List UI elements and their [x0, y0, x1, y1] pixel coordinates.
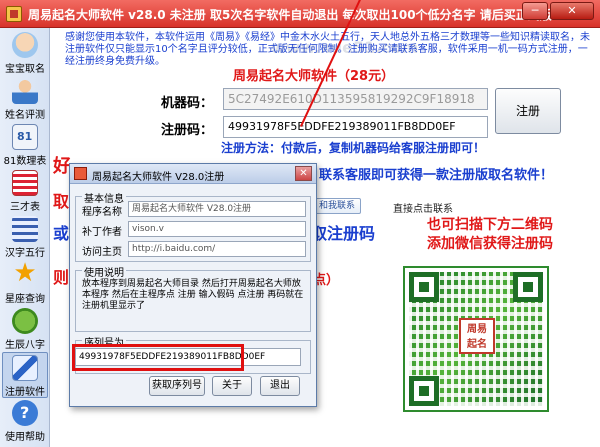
dialog-title-bar[interactable]: 周易起名大师软件 V28.0注册 ✕ — [70, 164, 316, 184]
window-title: 周易起名大师软件 v28.0 未注册 取5次名字软件自动退出 每次取出100个低… — [28, 8, 552, 22]
numbers-book-icon — [12, 124, 38, 150]
sidebar-item-label: 81数理表 — [3, 156, 47, 167]
price-label: 周易起名大师软件（28元） — [233, 69, 395, 84]
reg-code-label: 注册码： — [161, 123, 214, 138]
sidebar-item-constellation[interactable]: 星座查询 — [2, 260, 48, 306]
qr-logo: 周易 起名 — [459, 318, 495, 354]
qr-finder — [409, 272, 439, 302]
register-pen-icon — [12, 355, 38, 381]
sidebar-item-label: 姓名评测 — [5, 110, 45, 121]
minimize-button[interactable]: ─ — [522, 2, 548, 20]
sidebar-item-register[interactable]: 注册软件 — [2, 352, 48, 398]
patch-author-field[interactable]: vison.v — [128, 221, 306, 237]
service-text: 联系客服即可获得一款注册版取名软件！ — [319, 168, 554, 183]
sidebar-item-label: 生辰八字 — [5, 340, 45, 351]
help-icon — [12, 400, 38, 426]
close-button[interactable]: ✕ — [550, 2, 594, 20]
patch-author-label: 补丁作者 — [82, 227, 122, 238]
dialog-app-icon — [74, 167, 87, 180]
sidebar-item-label: 注册软件 — [5, 387, 45, 398]
sidebar: 宝宝取名 姓名评测 81数理表 三才表 汉字五行 星座查询 生辰八字 注册软件 … — [0, 28, 50, 447]
qr-finder — [513, 272, 543, 302]
register-method-text: 注册方法：付款后，复制机器码给客服注册即可！ — [221, 141, 486, 155]
scan-hint-line1: 也可扫描下方二维码 — [427, 217, 553, 233]
machine-code-field[interactable]: 5C27492E610D113595819292C9F18918 — [223, 88, 488, 110]
lines-icon — [12, 216, 38, 242]
dialog-title: 周易起名大师软件 V28.0注册 — [92, 172, 225, 183]
usage-group: 使用说明 放本程序到周易起名大师目录 然后打开周易起名大师放本程序 然后在主程序… — [75, 264, 311, 332]
sidebar-item-eight-characters[interactable]: 生辰八字 — [2, 306, 48, 352]
basic-info-group: 基本信息 程序名称 周易起名大师软件 V28.0注册 补丁作者 vison.v … — [75, 190, 311, 262]
partial-text-c: 或 — [53, 224, 70, 243]
app-icon — [6, 6, 22, 22]
star-icon — [12, 260, 38, 288]
sidebar-item-help[interactable]: 使用帮助 — [2, 398, 48, 444]
about-button[interactable]: 关于 — [212, 376, 252, 396]
person-icon — [12, 78, 38, 104]
homepage-field[interactable]: http://i.baidu.com/ — [128, 241, 306, 257]
sidebar-item-baby-naming[interactable]: 宝宝取名 — [2, 30, 48, 76]
sidebar-item-label: 使用帮助 — [5, 432, 45, 443]
sidebar-item-label: 星座查询 — [5, 294, 45, 305]
dialog-close-button[interactable]: ✕ — [295, 166, 312, 181]
keygen-dialog: 周易起名大师软件 V28.0注册 ✕ 基本信息 程序名称 周易起名大师软件 V2… — [69, 163, 317, 407]
usage-text: 放本程序到周易起名大师目录 然后打开周易起名大师放本程序 然后在主程序点 注册 … — [82, 279, 304, 311]
scan-hint-line2: 添加微信获得注册码 — [427, 236, 553, 252]
sidebar-item-label: 宝宝取名 — [5, 64, 45, 75]
wechat-qr-code: 周易 起名 — [403, 266, 549, 412]
get-serial-button[interactable]: 获取序列号 — [149, 376, 205, 396]
sidebar-item-label: 三才表 — [10, 202, 40, 213]
partial-text-d: 则 — [53, 268, 70, 287]
partial-text-b: 取 — [53, 192, 70, 211]
contact-hint: 直接点击联系 — [393, 204, 453, 215]
program-name-label: 程序名称 — [82, 207, 122, 218]
exit-button[interactable]: 退出 — [260, 376, 300, 396]
sidebar-item-three-talents[interactable]: 三才表 — [2, 168, 48, 214]
sidebar-item-name-evaluation[interactable]: 姓名评测 — [2, 76, 48, 122]
sidebar-item-81-numbers[interactable]: 81数理表 — [2, 122, 48, 168]
reg-code-field[interactable]: 49931978F5EDDFE219389011FB8DD0EF — [223, 116, 488, 138]
program-name-field[interactable]: 周易起名大师软件 V28.0注册 — [128, 201, 306, 217]
serial-highlight-box — [72, 344, 244, 371]
contact-button[interactable]: 和我联系 — [313, 198, 361, 214]
title-bar: 周易起名大师软件 v28.0 未注册 取5次名字软件自动退出 每次取出100个低… — [0, 0, 600, 28]
baby-icon — [12, 32, 38, 58]
eight-chars-icon — [12, 308, 38, 334]
qr-finder — [409, 376, 439, 406]
machine-code-label: 机器码： — [161, 96, 214, 111]
group-title: 使用说明 — [82, 264, 126, 279]
grid-icon — [12, 170, 38, 196]
homepage-label: 访问主页 — [82, 247, 122, 258]
get-code-text: 取注册码 — [311, 224, 376, 243]
register-button[interactable]: 注册 — [495, 88, 561, 134]
sidebar-item-five-elements[interactable]: 汉字五行 — [2, 214, 48, 260]
sidebar-item-label: 汉字五行 — [5, 248, 45, 259]
